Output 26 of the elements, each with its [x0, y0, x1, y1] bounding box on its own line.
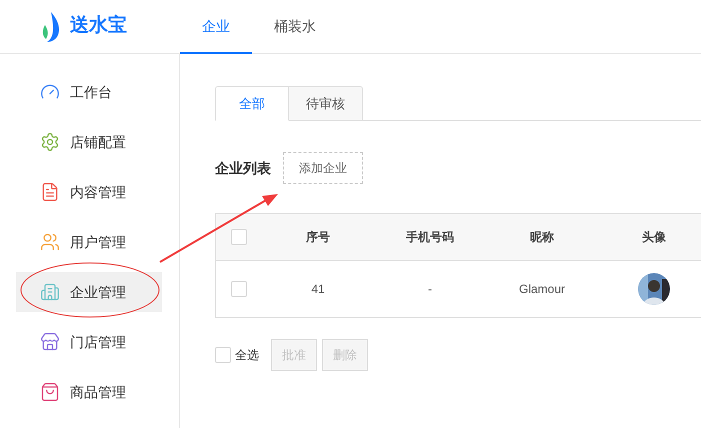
section-title: 企业列表	[215, 158, 271, 178]
add-button[interactable]: 添加企业	[283, 152, 363, 184]
content-tab[interactable]: 全部	[215, 86, 289, 121]
content-tab[interactable]: 待审核	[289, 86, 363, 121]
logo-text: 送水宝	[70, 14, 127, 38]
table-cell-text: 41	[311, 281, 325, 298]
select-all-label: 全选	[235, 347, 259, 364]
logo-icon	[40, 10, 60, 42]
column-header: 序号	[306, 229, 330, 246]
checkbox[interactable]	[231, 281, 247, 297]
building-icon	[40, 282, 60, 302]
bag-icon	[40, 382, 60, 402]
checkbox[interactable]	[215, 347, 231, 363]
users-icon	[40, 232, 60, 252]
settings-icon	[40, 132, 60, 152]
nav-tab[interactable]: 企业	[180, 0, 252, 54]
table-cell-text: Glamour	[518, 281, 565, 298]
nav-tab[interactable]: 桶装水	[252, 0, 338, 54]
sidebar-item[interactable]: 企业管理	[16, 272, 162, 312]
checkbox[interactable]	[231, 229, 247, 245]
table-cell-text: -	[428, 281, 432, 298]
document-icon	[40, 182, 60, 202]
column-header: 头像	[642, 229, 666, 246]
column-header: 手机号码	[406, 229, 454, 246]
store-icon	[40, 332, 60, 352]
column-header: 昵称	[530, 229, 554, 246]
